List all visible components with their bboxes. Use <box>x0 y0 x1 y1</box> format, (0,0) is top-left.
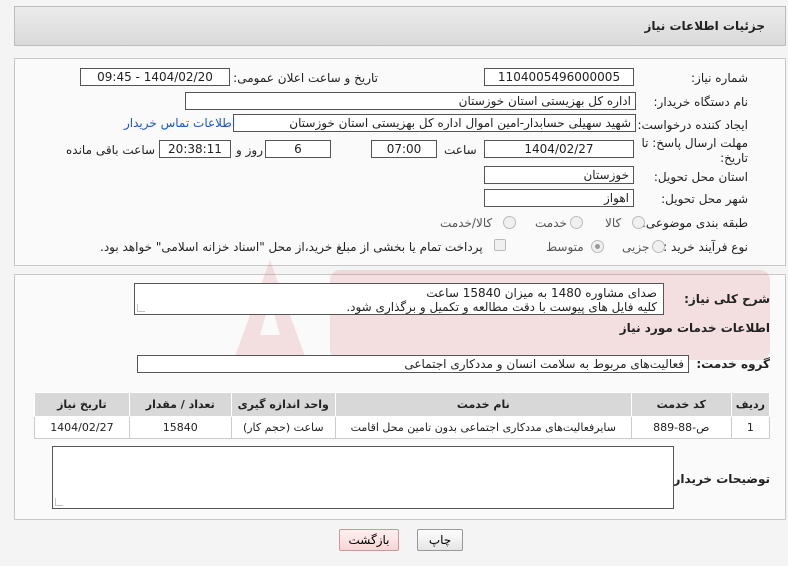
cell-unit: ساعت (حجم کار) <box>230 416 336 439</box>
deadline-label: مهلت ارسال پاسخ: تا <box>641 136 748 150</box>
description-line-1: صدای مشاوره 1480 به میزان 15840 ساعت <box>426 286 657 300</box>
buyer-notes-textarea[interactable] <box>52 446 674 509</box>
remaining-label: ساعت باقی مانده <box>66 143 156 157</box>
buyer-org-field[interactable]: اداره کل بهزیستی استان خوزستان <box>185 92 636 110</box>
remaining-time-field[interactable]: 20:38:11 <box>159 140 231 158</box>
creator-label: ایجاد کننده درخواست: <box>637 118 748 132</box>
category-label: طبقه بندی موضوعی: <box>641 216 748 230</box>
table-header-row: ردیف کد خدمت نام خدمت واحد اندازه گیری ت… <box>34 392 771 417</box>
service-group-label: گروه خدمت: <box>696 357 770 371</box>
description-line-2: کلیه فایل های پیوست با دقت مطالعه و تکمی… <box>346 300 657 314</box>
back-button[interactable]: بازگشت <box>339 529 399 551</box>
province-label: استان محل تحویل: <box>653 170 748 184</box>
col-header-row: ردیف <box>730 392 771 417</box>
col-header-unit: واحد اندازه گیری <box>230 392 336 417</box>
deadline-time-field[interactable]: 07:00 <box>371 140 437 158</box>
services-section-title: اطلاعات خدمات مورد نیاز <box>619 321 770 335</box>
treasury-payment-note: پرداخت تمام یا بخشی از مبلغ خرید،از محل … <box>100 240 483 254</box>
province-field[interactable]: خوزستان <box>484 166 634 184</box>
col-header-qty: تعداد / مقدار <box>128 392 232 417</box>
process-medium-label: متوسط <box>546 240 584 254</box>
print-button[interactable]: چاپ <box>417 529 463 551</box>
treasury-payment-checkbox[interactable] <box>494 239 506 251</box>
col-header-date: تاریخ نیاز <box>34 392 130 417</box>
cell-date: 1404/02/27 <box>34 416 130 439</box>
description-label: شرح کلی نیاز: <box>684 292 770 306</box>
category-both-radio[interactable] <box>503 216 516 229</box>
resize-handle-icon[interactable] <box>137 304 145 312</box>
deadline-label-2: تاریخ: <box>720 151 748 165</box>
buyer-contact-link[interactable]: اطلاعات تماس خریدار <box>124 116 235 130</box>
deadline-time-label: ساعت <box>444 143 477 157</box>
title-bar: جزئیات اطلاعات نیاز <box>14 6 786 46</box>
need-info-panel <box>14 58 786 266</box>
page-title: جزئیات اطلاعات نیاز <box>644 19 765 33</box>
creator-field[interactable]: شهید سهیلی حسابدار-امین اموال اداره کل ب… <box>233 114 636 132</box>
buyer-org-label: نام دستگاه خریدار: <box>653 95 749 109</box>
category-goods-radio[interactable] <box>632 216 645 229</box>
description-textarea[interactable]: صدای مشاوره 1480 به میزان 15840 ساعت کلی… <box>134 283 664 315</box>
process-minor-label: جزیی <box>622 240 650 254</box>
table-row: 1 ص-88-889 سایرفعالیت‌های مددکاری اجتماع… <box>34 416 771 439</box>
city-field[interactable]: اهواز <box>484 189 634 207</box>
category-goods-label: کالا <box>605 216 622 230</box>
col-header-code: کد خدمت <box>630 392 732 417</box>
resize-handle-icon[interactable] <box>55 498 63 506</box>
process-minor-radio[interactable] <box>652 240 665 253</box>
cell-code: ص-88-889 <box>630 416 732 439</box>
cell-name: سایرفعالیت‌های مددکاری اجتماعی بدون تامی… <box>334 416 632 439</box>
service-group-field[interactable]: فعالیت‌های مربوط به سلامت انسان و مددکار… <box>137 355 689 373</box>
category-both-label: کالا/خدمت <box>440 216 493 230</box>
buyer-notes-label: توضیحات خریدار: <box>668 472 770 486</box>
services-table: ردیف کد خدمت نام خدمت واحد اندازه گیری ت… <box>34 392 771 439</box>
days-label: روز و <box>236 143 263 157</box>
cell-qty: 15840 <box>128 416 232 439</box>
process-label: نوع فرآیند خرید : <box>663 240 748 254</box>
deadline-date-field[interactable]: 1404/02/27 <box>484 140 634 158</box>
category-service-label: خدمت <box>535 216 567 230</box>
process-medium-radio[interactable] <box>591 240 604 253</box>
days-remaining-field[interactable]: 6 <box>265 140 331 158</box>
need-number-label: شماره نیاز: <box>691 71 748 85</box>
col-header-name: نام خدمت <box>334 392 632 417</box>
cell-row: 1 <box>730 416 771 439</box>
announce-field[interactable]: 1404/02/20 - 09:45 <box>80 68 230 86</box>
category-service-radio[interactable] <box>570 216 583 229</box>
announce-label: تاریخ و ساعت اعلان عمومی: <box>233 71 378 85</box>
city-label: شهر محل تحویل: <box>661 192 748 206</box>
need-number-field[interactable]: 1104005496000005 <box>484 68 634 86</box>
